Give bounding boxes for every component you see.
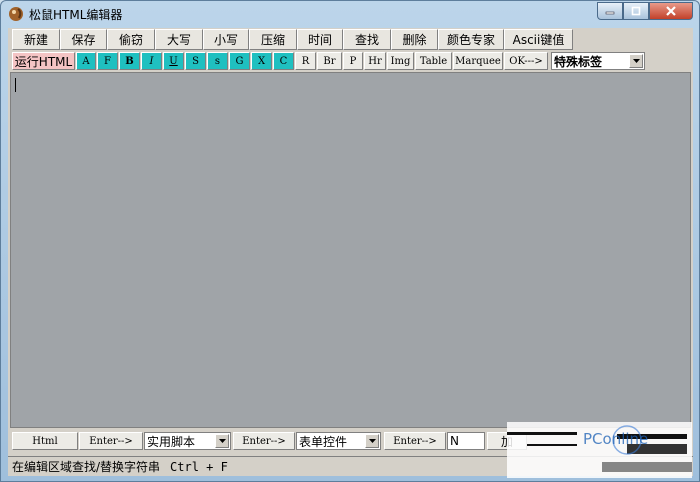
special-tags-select[interactable]: 特殊标签 [551,52,645,70]
bottom-toolbar: Html Enter--> 实用脚本 Enter--> 表单控件 Enter--… [12,431,528,451]
html-button[interactable]: Html [12,432,78,450]
app-window: 松鼠HTML编辑器 新建 保存 偷窃 大写 小写 压缩 时间 查找 删除 颜色专… [0,0,700,482]
tag-toolbar: 运行HTML A F B I U Ss G X C R Br P Hr Img Table Marquee OK… [12,51,645,71]
form-control-select[interactable]: 表单控件 [296,432,381,450]
tag-button-g[interactable]: G [229,52,250,70]
n-input[interactable]: N [447,432,485,450]
form-control-value: 表单控件 [299,434,348,449]
maximize-button[interactable] [623,2,649,20]
close-icon [666,6,676,16]
save-button[interactable]: 保存 [60,29,107,50]
command-toolbar: 新建 保存 偷窃 大写 小写 压缩 时间 查找 删除 颜色专家 Ascii键值 [12,29,573,50]
tag-button-ok[interactable]: OK---> [504,52,548,70]
maximize-icon [631,6,641,16]
tag-button-x[interactable]: X [251,52,272,70]
compress-button[interactable]: 压缩 [249,29,297,50]
delete-button[interactable]: 删除 [391,29,438,50]
new-button[interactable]: 新建 [12,29,60,50]
tag-button-marquee[interactable]: Marquee [453,52,503,70]
title-bar[interactable]: 松鼠HTML编辑器 [1,1,699,27]
window-controls [597,2,693,21]
utility-script-select[interactable]: 实用脚本 [144,432,231,450]
find-button[interactable]: 查找 [343,29,391,50]
status-text: 在编辑区域查找/替换字符串 [12,460,161,474]
tag-button-hr[interactable]: Hr [364,52,386,70]
steal-button[interactable]: 偷窃 [107,29,155,50]
html-editor-area[interactable] [10,72,691,428]
tag-button-u[interactable]: U [163,52,184,70]
tag-button-s-upper[interactable]: S [185,52,206,70]
squirrel-app-icon [9,7,23,21]
dropdown-arrow-icon[interactable] [365,434,379,448]
minimize-icon [605,11,615,15]
watermark-text: PConline [583,430,648,448]
tag-button-r[interactable]: R [295,52,316,70]
status-shortcut: Ctrl + F [170,459,228,474]
special-tags-value: 特殊标签 [554,54,603,69]
utility-script-value: 实用脚本 [147,434,196,449]
tag-button-br[interactable]: Br [317,52,342,70]
minimize-button[interactable] [597,2,623,20]
color-expert-button[interactable]: 颜色专家 [438,29,504,50]
tag-button-p[interactable]: P [343,52,363,70]
close-button[interactable] [649,2,693,20]
tag-button-c[interactable]: C [273,52,294,70]
tag-button-s-lower[interactable]: s [207,52,228,70]
tag-button-i[interactable]: I [141,52,162,70]
window-title: 松鼠HTML编辑器 [29,8,123,22]
time-button[interactable]: 时间 [297,29,343,50]
ascii-keycode-button[interactable]: Ascii键值 [504,29,573,50]
enter-button-1[interactable]: Enter--> [79,432,143,450]
text-caret [15,78,16,92]
run-html-button[interactable]: 运行HTML [12,52,75,70]
dropdown-arrow-icon[interactable] [629,54,643,68]
enter-button-3[interactable]: Enter--> [384,432,446,450]
dropdown-arrow-icon[interactable] [215,434,229,448]
tag-button-f[interactable]: F [97,52,118,70]
tag-button-a[interactable]: A [76,52,96,70]
tag-button-img[interactable]: Img [387,52,414,70]
tag-button-b[interactable]: B [119,52,140,70]
enter-button-2[interactable]: Enter--> [233,432,295,450]
tag-button-table[interactable]: Table [415,52,452,70]
pconline-watermark: PConline [507,422,692,478]
client-area: 新建 保存 偷窃 大写 小写 压缩 时间 查找 删除 颜色专家 Ascii键值 … [8,28,693,476]
uppercase-button[interactable]: 大写 [155,29,203,50]
lowercase-button[interactable]: 小写 [203,29,249,50]
